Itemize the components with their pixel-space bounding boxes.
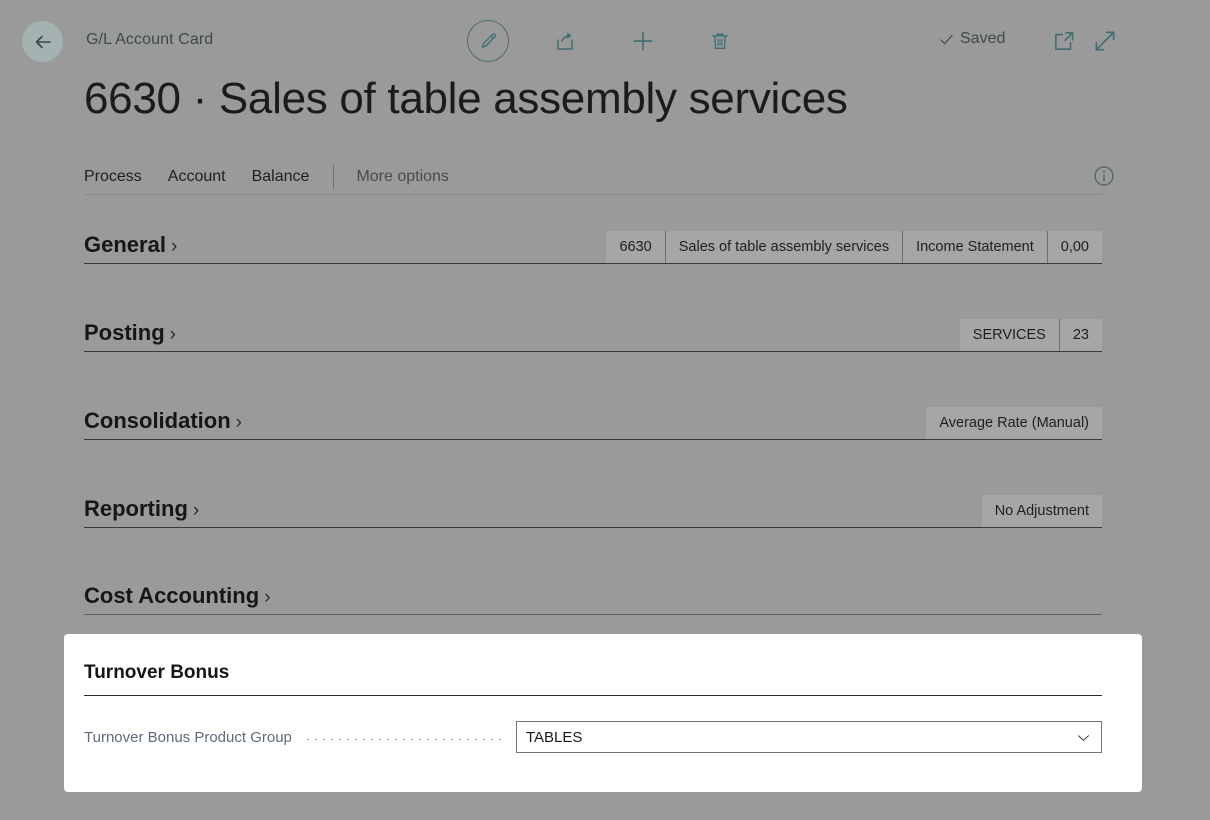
tab-balance[interactable]: Balance: [252, 168, 310, 186]
chevron-right-icon: ›: [193, 501, 199, 520]
fasttab-general-divider: [84, 263, 1102, 264]
chevron-down-glyph: [1075, 729, 1092, 746]
breadcrumb[interactable]: G/L Account Card: [86, 31, 213, 49]
info-circle-icon: [1092, 164, 1116, 188]
chevron-right-icon: ›: [264, 588, 270, 607]
check-icon: [938, 31, 955, 48]
fasttab-posting[interactable]: Posting › SERVICES 23: [84, 304, 1102, 352]
chip-gen-prod-posting-group: SERVICES: [960, 319, 1059, 351]
more-options-button[interactable]: More options: [356, 168, 449, 186]
tab-separator: [333, 165, 334, 189]
fasttab-cost-accounting-divider: [84, 614, 1102, 615]
back-button[interactable]: [22, 21, 63, 62]
fasttab-general-label: General: [84, 232, 166, 258]
chevron-right-icon: ›: [171, 237, 177, 256]
info-icon[interactable]: [1092, 164, 1116, 188]
chip-balance-amount: 0,00: [1047, 231, 1102, 263]
fasttab-posting-header[interactable]: Posting ›: [84, 320, 176, 346]
fasttab-consolidation-label: Consolidation: [84, 408, 231, 434]
fasttab-general-summary: 6630 Sales of table assembly services In…: [606, 231, 1102, 263]
tab-process[interactable]: Process: [84, 168, 142, 186]
turnover-bonus-product-group-label: Turnover Bonus Product Group: [84, 729, 292, 746]
fasttab-cost-accounting-label: Cost Accounting: [84, 583, 259, 609]
fasttab-reporting-header[interactable]: Reporting ›: [84, 496, 199, 522]
action-tab-strip: Process Account Balance More options: [84, 160, 1102, 194]
chevron-down-icon[interactable]: [1073, 727, 1093, 747]
fasttab-posting-summary: SERVICES 23: [960, 319, 1102, 351]
fasttab-consolidation-header[interactable]: Consolidation ›: [84, 408, 242, 434]
top-command-bar: G/L Account Card: [0, 0, 1210, 72]
fasttab-general[interactable]: General › 6630 Sales of table assembly s…: [84, 216, 1102, 264]
app-root: G/L Account Card: [0, 0, 1210, 820]
new-button[interactable]: [622, 20, 664, 62]
fasttab-reporting[interactable]: Reporting › No Adjustment: [84, 480, 1102, 528]
fasttab-cost-accounting-header[interactable]: Cost Accounting ›: [84, 583, 271, 609]
chevron-right-icon: ›: [236, 413, 242, 432]
edit-button-circle: [467, 20, 509, 62]
tab-strip-divider: [84, 194, 1102, 195]
tab-account[interactable]: Account: [168, 168, 226, 186]
turnover-bonus-dialog: Turnover Bonus Turnover Bonus Product Gr…: [64, 634, 1142, 792]
fasttab-consolidation-summary: Average Rate (Manual): [926, 407, 1102, 439]
open-in-new-window-icon: [1051, 28, 1077, 54]
dotted-leader: [304, 739, 506, 740]
turnover-bonus-product-group-row: Turnover Bonus Product Group TABLES: [84, 722, 1102, 752]
saved-label: Saved: [960, 30, 1005, 48]
share-button[interactable]: [544, 20, 586, 62]
page-title: 6630 · Sales of table assembly services: [84, 74, 848, 124]
expand-button[interactable]: [1092, 28, 1118, 54]
fasttab-consolidation[interactable]: Consolidation › Average Rate (Manual): [84, 392, 1102, 440]
chip-account-name: Sales of table assembly services: [665, 231, 902, 263]
fasttab-posting-divider: [84, 351, 1102, 352]
fasttab-cost-accounting[interactable]: Cost Accounting ›: [84, 567, 1102, 615]
fasttab-reporting-summary: No Adjustment: [982, 495, 1102, 527]
share-icon: [553, 29, 577, 53]
fasttab-reporting-label: Reporting: [84, 496, 188, 522]
pencil-icon: [478, 31, 499, 52]
dialog-heading: Turnover Bonus: [84, 662, 229, 684]
open-in-new-window-button[interactable]: [1051, 28, 1077, 54]
turnover-bonus-product-group-value: TABLES: [526, 729, 1073, 746]
expand-diagonal-icon: [1092, 28, 1118, 54]
delete-button[interactable]: [699, 20, 741, 62]
chip-income-balance: Income Statement: [902, 231, 1047, 263]
fasttab-reporting-divider: [84, 527, 1102, 528]
fasttab-posting-label: Posting: [84, 320, 165, 346]
chip-account-no: 6630: [606, 231, 664, 263]
back-arrow-icon: [31, 30, 55, 54]
edit-button[interactable]: [467, 20, 509, 62]
chevron-right-icon: ›: [170, 325, 176, 344]
turnover-bonus-product-group-input[interactable]: TABLES: [516, 721, 1102, 753]
chip-consolidation-translation-method: Average Rate (Manual): [926, 407, 1102, 439]
fasttab-general-header[interactable]: General ›: [84, 232, 177, 258]
plus-icon: [630, 28, 656, 54]
chip-vat-percent: 23: [1059, 319, 1102, 351]
dialog-heading-divider: [84, 695, 1102, 696]
trash-icon: [709, 30, 731, 52]
status-badge-saved: Saved: [938, 30, 1005, 48]
fasttab-consolidation-divider: [84, 439, 1102, 440]
chip-exchange-rate-adjustment: No Adjustment: [982, 495, 1102, 527]
